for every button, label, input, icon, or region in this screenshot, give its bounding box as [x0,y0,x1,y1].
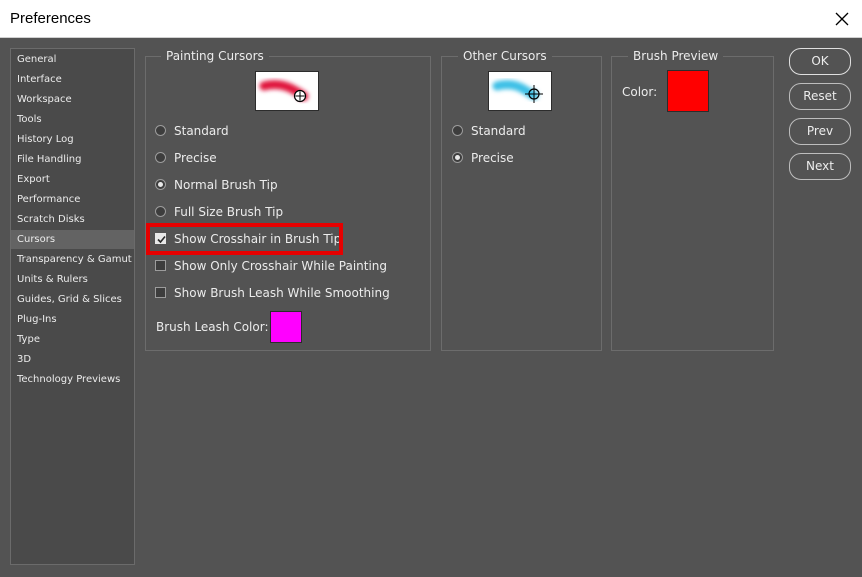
close-icon [835,12,849,26]
preferences-dialog: Preferences General Interface Workspace … [0,0,862,577]
sidebar-item-guides-grid-slices[interactable]: Guides, Grid & Slices [11,290,134,309]
title-bar: Preferences [0,0,862,38]
sidebar-item-history-log[interactable]: History Log [11,130,134,149]
option-label: Show Only Crosshair While Painting [174,259,388,273]
radio-indicator [452,152,463,163]
option-label: Precise [174,151,217,165]
radio-indicator [155,206,166,217]
brush-preview-color-label: Color: [622,85,658,99]
sidebar-item-type[interactable]: Type [11,330,134,349]
radio-indicator [452,125,463,136]
radio-indicator [155,125,166,136]
sidebar-item-transparency-gamut[interactable]: Transparency & Gamut [11,250,134,269]
option-label: Standard [471,124,526,138]
checkbox-indicator [155,260,166,271]
sidebar-item-plug-ins[interactable]: Plug-Ins [11,310,134,329]
option-label: Standard [174,124,229,138]
sidebar-item-interface[interactable]: Interface [11,70,134,89]
checkbox-indicator [155,287,166,298]
sidebar-item-cursors[interactable]: Cursors [11,230,134,249]
other-cursor-preview [488,71,552,111]
option-label: Full Size Brush Tip [174,205,284,219]
painting-cursors-title: Painting Cursors [161,49,269,63]
sidebar-item-technology-previews[interactable]: Technology Previews [11,370,134,389]
sidebar-item-file-handling[interactable]: File Handling [11,150,134,169]
reset-button[interactable]: Reset [789,83,851,110]
other-cursors-title: Other Cursors [458,49,552,63]
sidebar-item-units-rulers[interactable]: Units & Rulers [11,270,134,289]
checkmark-icon [157,235,166,244]
sidebar-item-performance[interactable]: Performance [11,190,134,209]
brush-preview-title: Brush Preview [628,49,724,63]
option-label: Show Brush Leash While Smoothing [174,286,390,300]
sidebar: General Interface Workspace Tools Histor… [10,48,135,565]
brush-leash-color-swatch[interactable] [270,311,302,343]
sidebar-item-scratch-disks[interactable]: Scratch Disks [11,210,134,229]
option-label: Normal Brush Tip [174,178,278,192]
option-label: Show Crosshair in Brush Tip [174,232,342,246]
precise-crosshair-preview-icon [492,80,543,103]
sidebar-item-3d[interactable]: 3D [11,350,134,369]
close-button[interactable] [822,0,862,38]
radio-indicator [155,179,166,190]
sidebar-item-export[interactable]: Export [11,170,134,189]
prev-button[interactable]: Prev [789,118,851,145]
brush-preview-color-swatch[interactable] [667,70,709,112]
ok-button[interactable]: OK [789,48,851,75]
painting-cursor-preview [255,71,319,111]
brush-crosshair-preview-icon [259,80,309,103]
option-label: Precise [471,151,514,165]
sidebar-item-tools[interactable]: Tools [11,110,134,129]
next-button[interactable]: Next [789,153,851,180]
brush-leash-color-label: Brush Leash Color: [156,320,269,334]
sidebar-item-workspace[interactable]: Workspace [11,90,134,109]
checkbox-indicator [155,233,166,244]
sidebar-item-general[interactable]: General [11,50,134,69]
window-title: Preferences [10,10,91,27]
radio-indicator [155,152,166,163]
